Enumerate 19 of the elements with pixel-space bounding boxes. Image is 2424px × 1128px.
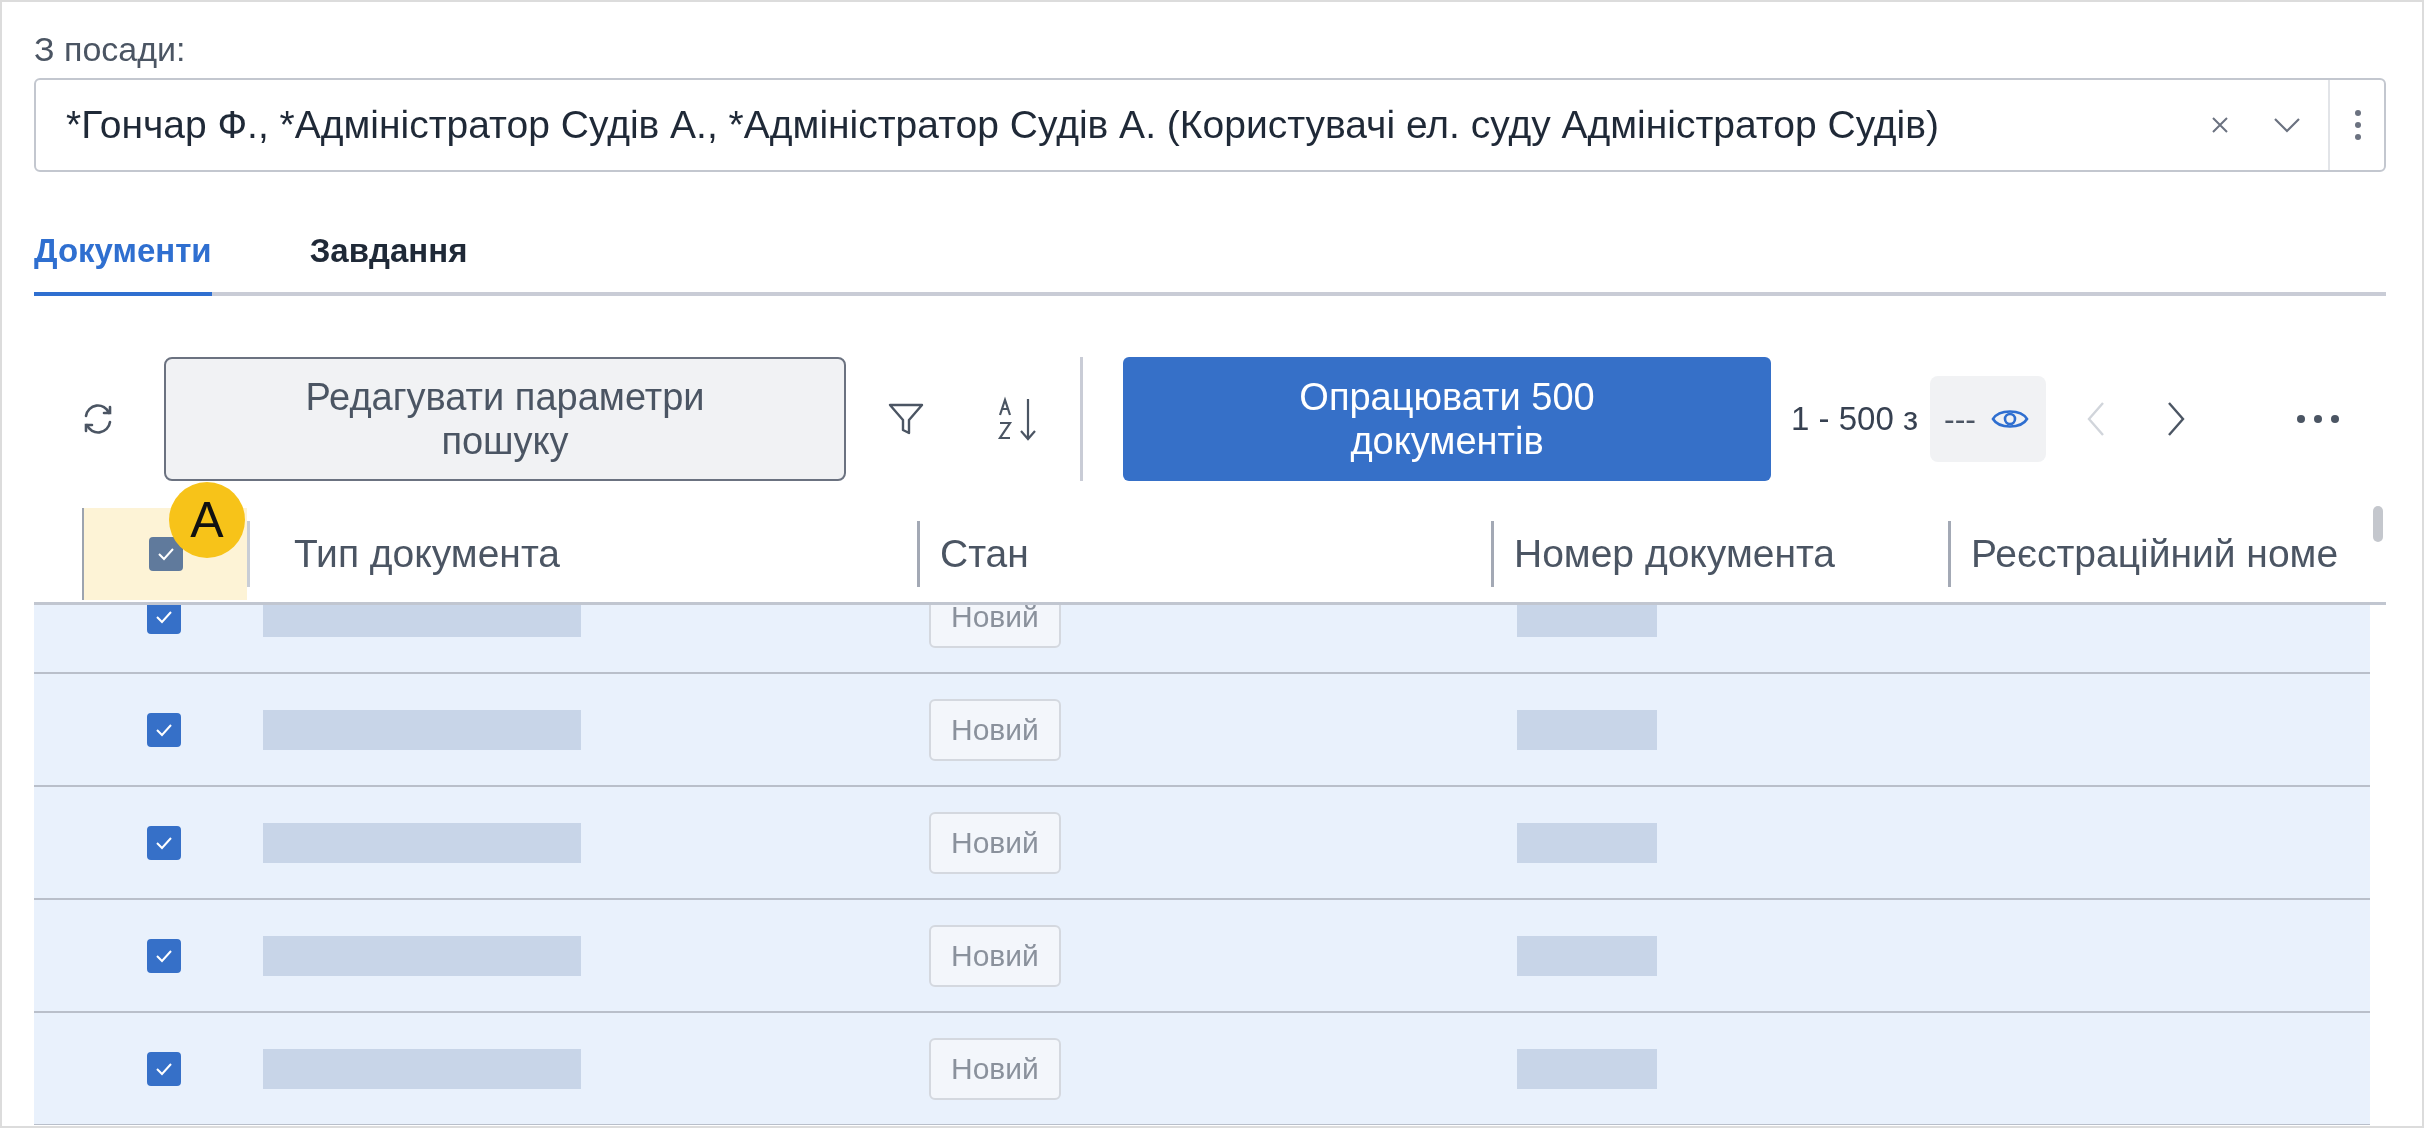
tab[interactable]: Документи [34,212,212,296]
annotation-marker: A [169,482,245,558]
edit-search-button[interactable]: Редагувати параметри пошуку [164,357,846,481]
range-text: 1 - 500 з [1791,400,1919,438]
position-select[interactable]: *Гончар Ф., *Адміністратор Судів А., *Адміністратор Судів А. (Користувачі ел. суду Адміністратор Судів) [34,78,2386,172]
status-badge: Новий [929,1037,1061,1100]
tab[interactable]: Завдання [309,212,468,296]
select-value: *Гончар Ф., *Адміністратор Судів А., *Адміністратор Судів А. (Користувачі ел. суду Адміністратор Судів) [66,103,1940,147]
status-badge: Новий [929,605,1061,648]
column-header[interactable]: Стан [917,521,1491,587]
status-badge: Новий [929,698,1061,761]
show-total-button[interactable]: --- [1930,376,2046,462]
process-button[interactable]: Опрацювати 500 документів [1123,357,1771,481]
column-header[interactable]: Тип документа [247,521,917,587]
status-badge: Новий [929,811,1061,874]
column-header[interactable]: Реєстраційний номе [1948,521,2370,587]
status-badge: Новий [929,924,1061,987]
field-label: З посади: [34,30,187,70]
column-header[interactable]: Номер документа [1491,521,1948,587]
